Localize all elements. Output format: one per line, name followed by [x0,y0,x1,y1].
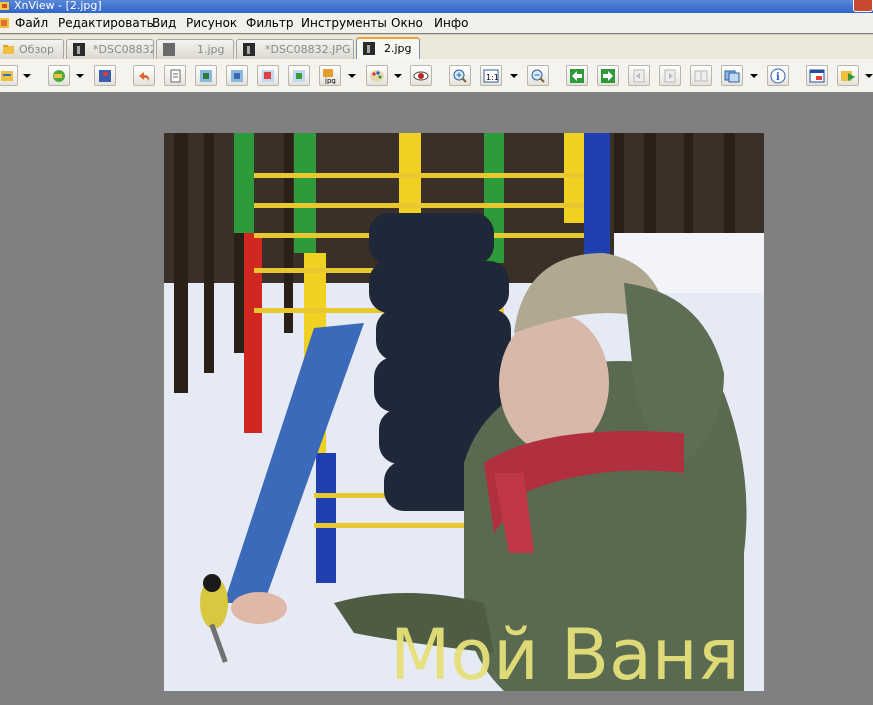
previous-image-button[interactable] [566,65,588,86]
menu-window[interactable]: Окно [390,13,424,33]
image-thumbnail-icon [73,43,85,56]
zoom-dropdown[interactable] [510,74,518,78]
title-bar: XnView - [2.jpg] [0,0,873,13]
zoom-out-icon [531,69,545,83]
rotate-right-button[interactable] [226,65,248,86]
tab-2-jpg[interactable]: 2.jpg [356,37,420,60]
zoom-actual-size-button[interactable]: 1:1 [480,65,502,86]
save-disk-icon [99,70,111,82]
zoom-in-button[interactable] [449,65,471,86]
rotate-left-button[interactable] [195,65,217,86]
resize-image-icon [262,70,274,82]
pages-compare-icon [694,70,708,82]
red-eye-button[interactable] [410,65,432,86]
zoom-one-to-one-icon: 1:1 [483,69,499,83]
image-thumbnail-icon [363,42,375,55]
tab-dsc08832-1[interactable]: *DSC08832.JPG [66,39,154,59]
toolbar: jpg 1:1 i [0,59,873,93]
tab-1-jpg[interactable]: 1.jpg [156,39,234,59]
tab-label: Обзор [19,43,55,56]
crop-image-icon [293,70,305,82]
menu-info[interactable]: Инфо [433,13,469,33]
xnview-app-icon [0,2,9,10]
close-window-button[interactable] [853,0,873,12]
convert-format-dropdown[interactable] [348,74,356,78]
menu-edit[interactable]: Редактировать [57,13,155,33]
red-eye-icon [413,71,429,81]
arrow-left-icon [570,69,584,83]
photo-illustration [164,133,764,691]
page-back-icon [633,69,645,83]
next-page-button[interactable] [659,65,681,86]
info-icon: i [770,68,786,84]
zoom-out-button[interactable] [527,65,549,86]
export-button[interactable] [837,65,859,86]
menu-tools[interactable]: Инструменты [300,13,388,33]
tab-label: 1.jpg [197,43,225,56]
resize-button[interactable] [257,65,279,86]
adjust-colors-dropdown[interactable] [394,74,402,78]
open-dropdown[interactable] [76,74,84,78]
menu-bar: Файл Редактировать Вид Рисунок Фильтр Ин… [0,13,873,33]
window-title: XnView - [2.jpg] [14,0,102,12]
slideshow-icon [724,70,740,83]
first-page-button[interactable] [628,65,650,86]
save-button[interactable] [94,65,116,86]
folder-icon [3,45,14,54]
image-thumbnail-icon [243,43,255,56]
tab-browser[interactable]: Обзор [0,39,64,59]
convert-format-button[interactable]: jpg [319,65,341,86]
document-menu-icon[interactable] [0,17,10,29]
adjust-colors-button[interactable] [366,65,388,86]
slideshow-button[interactable] [721,65,743,86]
jpg-format-label: jpg [324,77,336,84]
image-thumbnail-icon [163,43,175,56]
zoom-actual-label: 1:1 [486,73,499,82]
document-scissors-icon [170,69,181,83]
rotate-left-icon [200,70,212,82]
palette-icon [370,70,384,82]
image-info-button[interactable]: i [767,65,789,86]
tab-bar: Обзор *DSC08832.JPG 1.jpg *DSC08832.JPG … [0,34,873,60]
rotate-right-icon [231,70,243,82]
browser-view-button[interactable] [0,65,18,86]
tab-label: *DSC08832.JPG [93,43,153,56]
zoom-in-icon [453,69,467,83]
page-forward-icon [664,69,676,83]
open-button[interactable] [48,65,70,86]
arrow-right-icon [601,69,615,83]
crop-button[interactable] [288,65,310,86]
refresh-open-icon [53,70,65,82]
menu-filter[interactable]: Фильтр [245,13,294,33]
browser-view-dropdown[interactable] [23,74,31,78]
tree-view-icon [1,71,13,81]
jpg-format-icon: jpg [323,69,336,84]
image-canvas[interactable]: Мой Ваня [0,92,873,705]
displayed-photo: Мой Ваня [164,133,764,691]
tab-label: 2.jpg [384,42,412,55]
tab-label: *DSC08832.JPG [265,43,351,56]
info-label: i [776,72,780,83]
menu-file[interactable]: Файл [14,13,49,33]
fullscreen-window-icon [809,69,825,83]
menu-image[interactable]: Рисунок [185,13,238,33]
tab-dsc08832-2[interactable]: *DSC08832.JPG [236,39,354,59]
undo-arrow-icon [139,72,150,81]
export-dropdown[interactable] [865,74,873,78]
next-image-button[interactable] [597,65,619,86]
menu-view[interactable]: Вид [151,13,177,33]
fullscreen-button[interactable] [806,65,828,86]
slideshow-dropdown[interactable] [750,74,758,78]
undo-button[interactable] [133,65,155,86]
compare-pages-button[interactable] [690,65,712,86]
export-arrow-icon [841,71,855,81]
page-setup-button[interactable] [164,65,186,86]
photo-caption: Мой Ваня [390,614,740,691]
